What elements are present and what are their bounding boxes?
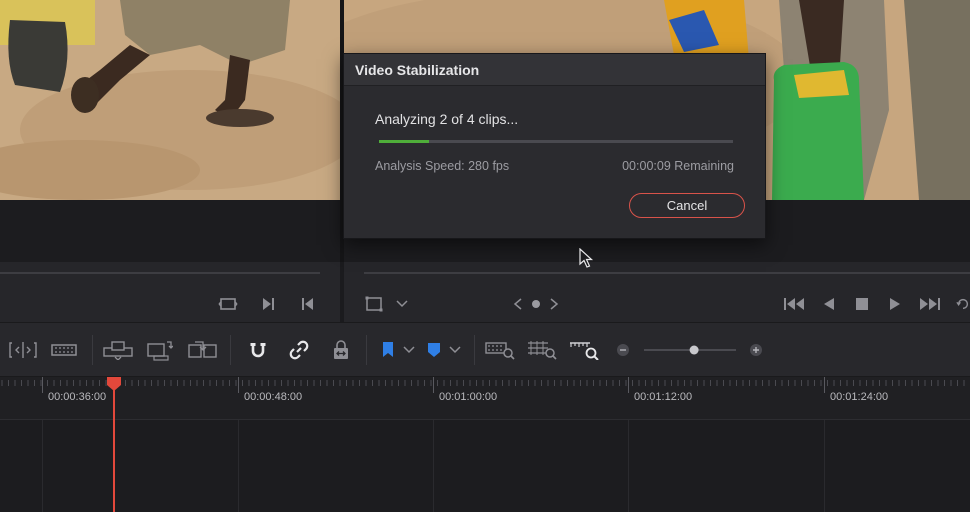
track-gridline — [42, 420, 43, 512]
linked-selection-icon[interactable] — [287, 337, 311, 363]
dynamic-trim-icon[interactable] — [50, 337, 78, 363]
track-gridline — [824, 420, 825, 512]
cancel-button[interactable]: Cancel — [629, 193, 745, 218]
ruler-major-tick — [433, 377, 434, 393]
fit-frame-icon[interactable] — [218, 294, 238, 314]
zoom-slider[interactable] — [644, 337, 736, 363]
timecode-label: 00:01:24:00 — [830, 391, 889, 403]
timecode-label: 00:01:00:00 — [439, 391, 498, 403]
source-viewer-background — [0, 200, 340, 262]
ruler-major-tick — [42, 377, 43, 393]
toolbar-divider — [366, 335, 367, 365]
source-scrubber[interactable] — [0, 272, 320, 274]
timeline-ruler[interactable]: 00:00:36:00 00:00:48:00 00:01:00:00 00:0… — [0, 377, 970, 420]
zoom-custom-icon[interactable] — [568, 337, 600, 363]
play-icon[interactable] — [885, 294, 905, 314]
zoom-in-icon[interactable] — [747, 337, 765, 363]
zoom-detail-icon[interactable] — [526, 337, 558, 363]
analysis-progress-bar — [379, 140, 733, 143]
position-lock-icon[interactable] — [329, 337, 353, 363]
timeline-toolbar — [0, 322, 970, 377]
time-remaining-text: 00:00:09 Remaining — [622, 159, 734, 173]
ruler-major-tick — [238, 377, 239, 393]
ruler-major-tick — [824, 377, 825, 393]
source-viewer-image — [0, 0, 340, 200]
dialog-title: Video Stabilization — [344, 54, 765, 86]
analysis-status-text: Analyzing 2 of 4 clips... — [375, 111, 519, 127]
ruler-major-tick — [628, 377, 629, 393]
source-transport-bar — [0, 262, 340, 322]
snapping-icon[interactable] — [246, 337, 270, 363]
loop-icon[interactable] — [956, 294, 970, 314]
timecode-label: 00:00:36:00 — [48, 391, 107, 403]
toolbar-divider — [230, 335, 231, 365]
analysis-progress-fill — [379, 140, 429, 143]
track-gridline — [238, 420, 239, 512]
zoom-full-icon[interactable] — [484, 337, 516, 363]
jump-start-icon[interactable] — [782, 294, 806, 314]
timeline-scrubber[interactable] — [364, 272, 970, 274]
zoom-out-icon[interactable] — [614, 337, 632, 363]
play-reverse-icon[interactable] — [819, 294, 839, 314]
playhead-handle[interactable] — [106, 377, 122, 391]
zoom-slider-thumb[interactable] — [689, 345, 699, 355]
chevron-down-icon[interactable] — [392, 294, 412, 314]
match-frame-icon[interactable] — [258, 294, 278, 314]
stop-icon[interactable] — [852, 294, 872, 314]
timecode-label: 00:01:12:00 — [634, 391, 693, 403]
toolbar-divider — [92, 335, 93, 365]
marker-options-chevron-icon[interactable] — [446, 337, 464, 363]
replace-clip-icon[interactable] — [186, 337, 220, 363]
track-gridline — [433, 420, 434, 512]
timecode-label: 00:00:48:00 — [244, 391, 303, 403]
mouse-cursor-icon — [579, 248, 594, 268]
track-gridline — [628, 420, 629, 512]
playhead-line[interactable] — [113, 384, 115, 512]
flag-icon[interactable] — [378, 337, 398, 363]
flag-options-chevron-icon[interactable] — [400, 337, 418, 363]
prev-arrow-icon[interactable] — [508, 294, 528, 314]
jump-end-icon[interactable] — [918, 294, 942, 314]
timeline-transport-bar — [344, 262, 970, 322]
marker-icon[interactable] — [424, 337, 444, 363]
insert-clip-icon[interactable] — [102, 337, 134, 363]
prev-edit-icon[interactable] — [298, 294, 318, 314]
overwrite-clip-icon[interactable] — [146, 337, 174, 363]
next-arrow-icon[interactable] — [544, 294, 564, 314]
toolbar-divider — [474, 335, 475, 365]
dot-indicator-icon[interactable] — [526, 294, 546, 314]
video-stabilization-dialog: Video Stabilization Analyzing 2 of 4 cli… — [343, 53, 766, 239]
timeline-tracks[interactable] — [0, 420, 970, 512]
trim-edit-icon[interactable] — [8, 337, 38, 363]
transform-icon[interactable] — [364, 294, 384, 314]
analysis-speed-text: Analysis Speed: 280 fps — [375, 159, 510, 173]
